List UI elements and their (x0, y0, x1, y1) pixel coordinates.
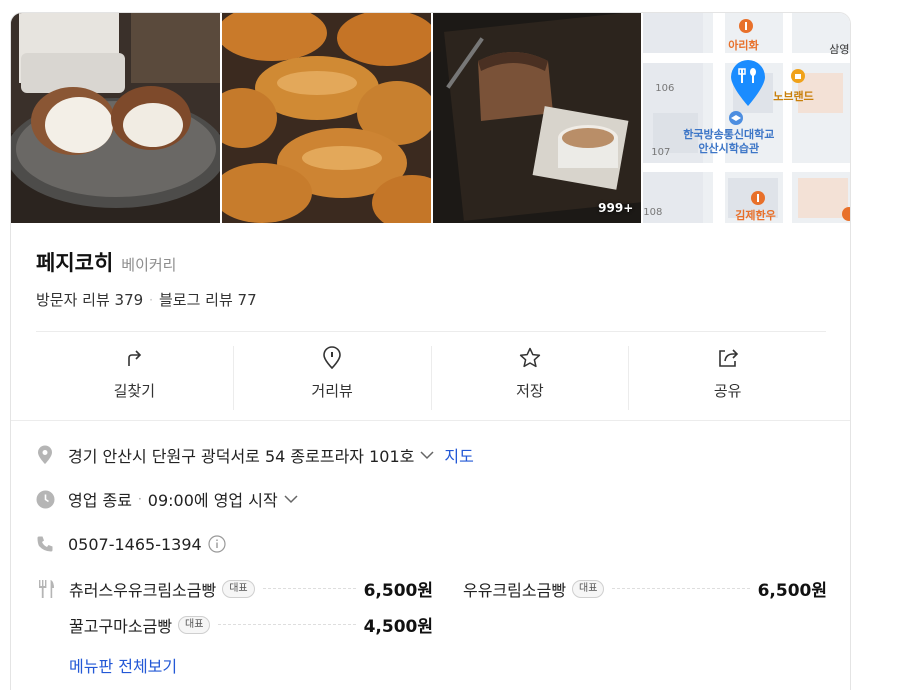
dotted-leader (262, 588, 356, 589)
blog-review-link[interactable]: 블로그 리뷰 77 (159, 289, 257, 310)
place-category: 베이커리 (121, 256, 177, 274)
share-label: 공유 (713, 382, 742, 400)
hours-next-open[interactable]: 09:00에 영업 시작 (148, 487, 278, 511)
map-label-106: 106 (655, 83, 675, 94)
phone-icon (36, 534, 58, 554)
dotted-leader (218, 624, 356, 625)
place-header: 페지코히 베이커리 (36, 247, 176, 277)
photo-salt-bread[interactable] (221, 13, 431, 223)
view-full-menu-link[interactable]: 메뉴판 전체보기 (69, 653, 177, 677)
divider (36, 331, 826, 332)
menu-item[interactable]: 우유크림소금빵 대표 6,500원 (463, 576, 827, 601)
place-name: 페지코히 (36, 251, 114, 275)
photo-strip: 999+ 아리화 삼영 노브랜드 한국방송통신대학교 안산시학습관 김제한우 1… (11, 13, 850, 223)
utensils-icon (36, 579, 56, 603)
photo-bread-coffee[interactable]: 999+ (432, 13, 642, 223)
map-pin-icon (731, 60, 766, 106)
directions-icon (123, 346, 145, 370)
restaurant-icon (739, 19, 754, 33)
menu-item-price: 6,500원 (757, 581, 827, 601)
map-label-nobrand: 노브랜드 (773, 90, 814, 103)
map-label-108: 108 (643, 207, 663, 218)
review-summary: 방문자 리뷰 379 · 블로그 리뷰 77 (36, 289, 257, 310)
star-icon (518, 346, 542, 370)
map-thumbnail[interactable]: 아리화 삼영 노브랜드 한국방송통신대학교 안산시학습관 김제한우 106 10… (643, 13, 850, 223)
chevron-down-icon[interactable] (420, 450, 434, 460)
menu-item-price: 4,500원 (363, 617, 433, 637)
map-label-kimje: 김제한우 (735, 209, 776, 222)
signature-badge: 대표 (222, 579, 255, 598)
street-view-button[interactable]: 거리뷰 (234, 346, 432, 410)
address-text[interactable]: 경기 안산시 단원구 광덕서로 54 종로프라자 101호 (68, 443, 414, 467)
address-row: 경기 안산시 단원구 광덕서로 54 종로프라자 101호 지도 (36, 443, 474, 467)
chevron-down-icon[interactable] (284, 494, 298, 504)
directions-button[interactable]: 길찾기 (36, 346, 234, 410)
street-view-label: 거리뷰 (311, 382, 353, 400)
separator-dot: · (137, 492, 142, 506)
signature-badge: 대표 (572, 579, 605, 598)
directions-label: 길찾기 (113, 382, 156, 400)
menu-item-name: 츄러스우유크림소금빵 (69, 580, 217, 600)
action-bar: 길찾기 거리뷰 저장 공유 (36, 346, 826, 410)
menu-item[interactable]: 츄러스우유크림소금빵 대표 6,500원 (69, 576, 433, 601)
save-button[interactable]: 저장 (432, 346, 630, 410)
info-icon[interactable] (208, 535, 226, 553)
share-icon (716, 346, 740, 370)
menu-item-name: 꿀고구마소금빵 (69, 616, 173, 636)
phone-number[interactable]: 0507-1465-1394 (68, 535, 202, 554)
restaurant-icon (842, 207, 850, 221)
visitor-review-link[interactable]: 방문자 리뷰 379 (36, 289, 143, 310)
place-card: 999+ 아리화 삼영 노브랜드 한국방송통신대학교 안산시학습관 김제한우 1… (10, 12, 851, 690)
map-label-107: 107 (651, 147, 671, 158)
street-view-icon (321, 346, 343, 370)
shop-icon (791, 69, 806, 83)
map-link[interactable]: 지도 (444, 443, 473, 467)
signature-badge: 대표 (178, 615, 211, 634)
location-pin-icon (36, 445, 58, 465)
map-label-school: 한국방송통신대학교 안산시학습관 (683, 128, 775, 155)
save-label: 저장 (516, 382, 544, 400)
separator-dot: · (149, 292, 153, 307)
school-icon (729, 111, 744, 125)
clock-icon (36, 489, 58, 509)
dotted-leader (612, 588, 750, 589)
hours-status[interactable]: 영업 종료 (68, 487, 132, 511)
photo-count-badge[interactable]: 999+ (598, 201, 633, 215)
share-button[interactable]: 공유 (629, 346, 826, 410)
menu-item-price: 6,500원 (363, 581, 433, 601)
map-label-ari: 아리화 (728, 39, 759, 52)
restaurant-icon (751, 191, 766, 205)
hours-row: 영업 종료 · 09:00에 영업 시작 (36, 487, 298, 511)
map-label-samyeong: 삼영 (829, 43, 850, 56)
menu-item-name: 우유크림소금빵 (463, 580, 567, 600)
photo-cream-bun[interactable] (11, 13, 220, 223)
divider (11, 420, 850, 421)
phone-row: 0507-1465-1394 (36, 534, 226, 554)
menu-item[interactable]: 꿀고구마소금빵 대표 4,500원 (69, 612, 433, 637)
